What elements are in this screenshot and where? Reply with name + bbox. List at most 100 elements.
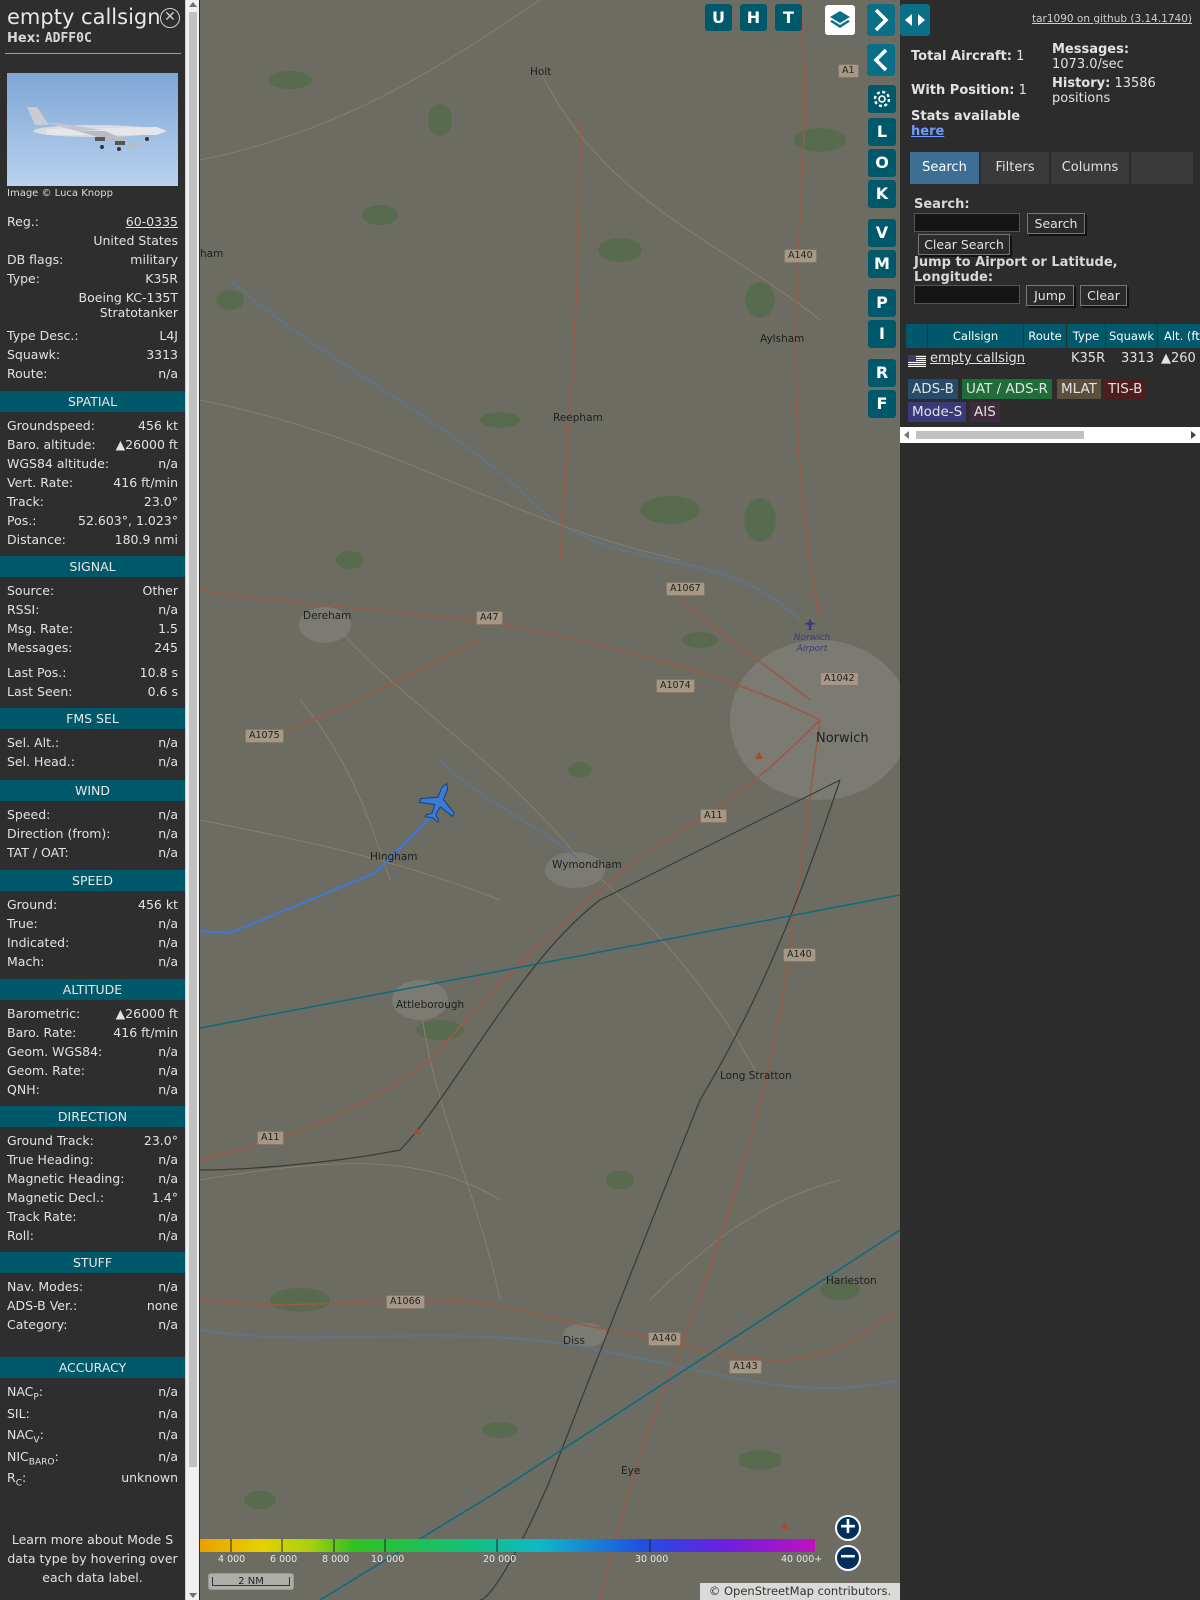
section-header-speed: SPEED bbox=[0, 870, 185, 891]
label: Stats available bbox=[911, 109, 1021, 124]
value: 1.4° bbox=[151, 1190, 178, 1205]
value: n/a bbox=[158, 807, 178, 822]
section-header-direction: DIRECTION bbox=[0, 1106, 185, 1127]
left-right-arrows-icon bbox=[905, 14, 925, 26]
place-label: Hingham bbox=[370, 851, 418, 863]
zoom-in-button[interactable]: + bbox=[835, 1515, 861, 1541]
direction-row: Magnetic Heading: n/a bbox=[7, 1171, 178, 1189]
altitude-row: QNH: n/a bbox=[7, 1082, 178, 1100]
jump-button[interactable]: Jump bbox=[1026, 285, 1074, 306]
scroll-thumb[interactable] bbox=[189, 12, 197, 1467]
label-subscript: BARO bbox=[28, 1457, 55, 1468]
history: History: 13586 bbox=[1052, 76, 1156, 91]
close-icon[interactable]: ✕ bbox=[160, 8, 180, 28]
expand-right-button[interactable] bbox=[867, 4, 895, 36]
toolbar-u-button[interactable]: U bbox=[705, 4, 732, 31]
side-l-button[interactable]: L bbox=[868, 118, 896, 146]
tab-columns[interactable]: Columns bbox=[1051, 152, 1131, 184]
alt-tick: 6 000 bbox=[270, 1554, 298, 1565]
value: 23.0° bbox=[143, 494, 178, 509]
side-v-button[interactable]: V bbox=[868, 219, 896, 247]
collapse-left-button[interactable] bbox=[867, 44, 895, 76]
spatial-row: Distance: 180.9 nmi bbox=[7, 532, 178, 550]
stats-here-link[interactable]: here bbox=[911, 124, 944, 139]
scroll-thumb[interactable] bbox=[916, 431, 1084, 439]
toggle-layout-button[interactable] bbox=[900, 4, 930, 36]
map[interactable]: Holt Aylsham Reepham Dereham Norwich Air… bbox=[200, 0, 900, 1600]
alt-tick: 40 000+ bbox=[781, 1554, 823, 1565]
clear-search-button[interactable]: Clear Search bbox=[918, 234, 1010, 255]
value: 23.0° bbox=[143, 1133, 178, 1148]
value: 52.603°, 1.023° bbox=[78, 513, 178, 528]
tab-filters[interactable]: Filters bbox=[981, 152, 1051, 184]
place-label: Long Stratton bbox=[720, 1070, 792, 1082]
speed-row: Indicated: n/a bbox=[7, 935, 178, 953]
section-header-fms: FMS SEL bbox=[0, 708, 185, 729]
label: Roll: bbox=[7, 1228, 34, 1243]
footnote-line: data type by hovering over bbox=[7, 1551, 178, 1566]
toolbar-h-button[interactable]: H bbox=[740, 4, 767, 31]
search-button[interactable]: Search bbox=[1027, 213, 1085, 234]
value: 456 kt bbox=[138, 897, 178, 912]
scroll-right-icon[interactable] bbox=[1191, 431, 1196, 439]
detail-country: United States bbox=[7, 233, 178, 251]
direction-row: Track Rate: n/a bbox=[7, 1209, 178, 1227]
side-r-button[interactable]: R bbox=[868, 359, 896, 387]
toolbar-t-button[interactable]: T bbox=[775, 4, 802, 31]
value: 456 kt bbox=[138, 418, 178, 433]
tab-search[interactable]: Search bbox=[910, 152, 981, 184]
place-label-airport: Norwich Airport bbox=[793, 633, 831, 654]
search-label: Search: bbox=[914, 197, 970, 212]
search-input[interactable] bbox=[914, 213, 1020, 232]
value: n/a bbox=[158, 1449, 178, 1464]
settings-button[interactable] bbox=[868, 85, 896, 113]
map-attribution[interactable]: © OpenStreetMap contributors. bbox=[700, 1583, 900, 1600]
place-label: Aylsham bbox=[760, 333, 805, 345]
scroll-down-icon[interactable] bbox=[189, 1593, 197, 1598]
side-f-button[interactable]: F bbox=[868, 390, 896, 418]
label: Nav. Modes: bbox=[7, 1279, 84, 1294]
road-label: A140 bbox=[783, 948, 816, 962]
detail-route: Route: n/a bbox=[7, 366, 178, 384]
table-row[interactable]: empty callsign K35R 3313 ▲260 bbox=[906, 348, 1200, 369]
side-i-button[interactable]: I bbox=[868, 320, 896, 348]
scroll-left-icon[interactable] bbox=[904, 431, 909, 439]
map-scale: 2 NM bbox=[208, 1573, 294, 1590]
side-k-button[interactable]: K bbox=[868, 180, 896, 208]
jump-label: Jump to Airport or Latitude, Longitude: bbox=[914, 255, 1118, 285]
info-scrollbar[interactable] bbox=[185, 0, 199, 1600]
col-route[interactable]: Route bbox=[1024, 324, 1067, 348]
registration-link[interactable]: 60-0335 bbox=[126, 214, 178, 229]
col-squawk[interactable]: Squawk bbox=[1106, 324, 1158, 348]
col-callsign[interactable]: Callsign bbox=[928, 324, 1024, 348]
scroll-up-icon[interactable] bbox=[189, 2, 197, 7]
accuracy-row: NICBARO: n/a bbox=[7, 1449, 178, 1468]
hex-row: Hex: ADFF0C bbox=[7, 31, 92, 46]
jump-input[interactable] bbox=[914, 285, 1020, 304]
table-horizontal-scrollbar[interactable] bbox=[900, 427, 1200, 443]
label: Mach: bbox=[7, 954, 45, 969]
side-m-button[interactable]: M bbox=[868, 250, 896, 278]
value: n/a bbox=[158, 826, 178, 841]
table-header: Callsign Route Type Squawk Alt. (ft) bbox=[906, 324, 1200, 348]
value: n/a bbox=[158, 1082, 178, 1097]
col-altitude[interactable]: Alt. (ft) bbox=[1158, 324, 1200, 348]
row-callsign[interactable]: empty callsign bbox=[930, 348, 1025, 369]
label: Source: bbox=[7, 583, 55, 598]
label: NIC bbox=[7, 1449, 29, 1464]
clear-button[interactable]: Clear bbox=[1080, 285, 1127, 306]
value: n/a bbox=[158, 845, 178, 860]
col-type[interactable]: Type bbox=[1067, 324, 1106, 348]
value: Other bbox=[142, 583, 179, 598]
section-header-stuff: STUFF bbox=[0, 1252, 185, 1273]
value: 0.6 s bbox=[147, 684, 178, 699]
aircraft-photo[interactable] bbox=[7, 73, 178, 186]
side-p-button[interactable]: P bbox=[868, 289, 896, 317]
layers-button[interactable] bbox=[825, 5, 855, 35]
accuracy-row: SIL: n/a bbox=[7, 1406, 178, 1424]
side-o-button[interactable]: O bbox=[868, 149, 896, 177]
footnote-line: Learn more about Mode S bbox=[11, 1532, 174, 1547]
zoom-out-button[interactable]: − bbox=[835, 1545, 861, 1571]
github-link[interactable]: tar1090 on github (3.14.1740) bbox=[1032, 13, 1192, 25]
value: ▲26000 ft bbox=[115, 437, 178, 452]
